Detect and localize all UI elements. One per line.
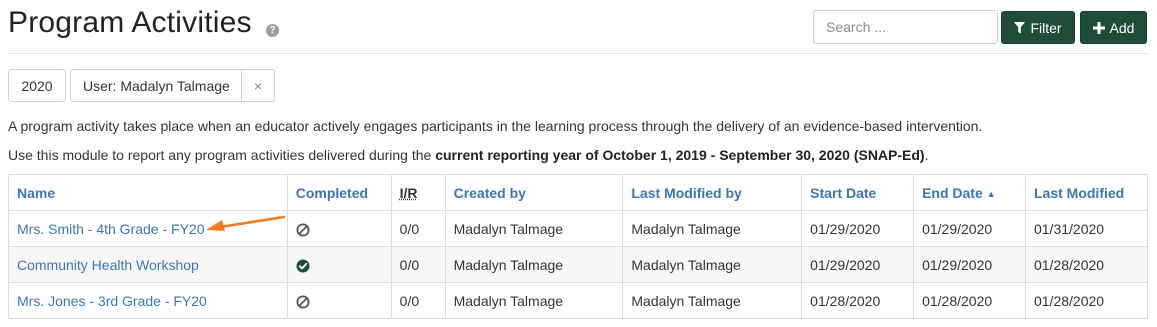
question-circle-icon[interactable]: ? — [266, 24, 279, 37]
table-row: Mrs. Smith - 4th Grade - FY20 0/0 Madaly… — [8, 210, 1149, 247]
ban-icon — [296, 295, 310, 309]
filter-button-label: Filter — [1030, 19, 1062, 36]
cell-name: Community Health Workshop — [8, 246, 288, 283]
table-header-row: Name Completed I/R Created by Last Modif… — [8, 174, 1149, 211]
filter-chip-user[interactable]: User: Madalyn Talmage — [70, 69, 242, 102]
activity-link[interactable]: Mrs. Smith - 4th Grade - FY20 — [17, 221, 205, 237]
column-header-end-date[interactable]: End Date ▲ — [913, 174, 1026, 211]
cell-last-modified: 01/28/2020 — [1024, 246, 1149, 283]
description-text: A program activity takes place when an e… — [8, 118, 983, 134]
reporting-year-text: Use this module to report any program ac… — [8, 147, 929, 163]
page-title: Program Activities — [8, 6, 252, 39]
reporting-year-suffix: . — [924, 147, 929, 163]
column-header-completed[interactable]: Completed — [286, 174, 392, 211]
filter-button[interactable]: Filter — [1001, 11, 1075, 44]
column-header-start-date[interactable]: Start Date — [801, 174, 915, 211]
cell-last-modified-by: Madalyn Talmage — [622, 282, 803, 319]
cell-ir: 0/0 — [390, 282, 446, 319]
cell-last-modified: 01/31/2020 — [1024, 210, 1149, 247]
cell-end-date: 01/28/2020 — [913, 282, 1026, 319]
column-header-created-by[interactable]: Created by — [444, 174, 624, 211]
table-row: Community Health Workshop 0/0 Madalyn Ta… — [8, 246, 1149, 283]
reporting-year-prefix: Use this module to report any program ac… — [8, 147, 436, 163]
header-divider — [8, 53, 1148, 54]
cell-created-by: Madalyn Talmage — [444, 246, 624, 283]
filter-chip-year[interactable]: 2020 — [8, 69, 66, 102]
ban-icon — [296, 223, 310, 237]
cell-name: Mrs. Jones - 3rd Grade - FY20 — [8, 282, 288, 319]
table-row: Mrs. Jones - 3rd Grade - FY20 0/0 Madaly… — [8, 282, 1149, 319]
cell-start-date: 01/29/2020 — [801, 210, 915, 247]
cell-last-modified-by: Madalyn Talmage — [622, 210, 803, 247]
cell-last-modified: 01/28/2020 — [1024, 282, 1149, 319]
remove-filter-button[interactable]: × — [241, 69, 275, 102]
cell-start-date: 01/28/2020 — [801, 282, 915, 319]
cell-start-date: 01/29/2020 — [801, 246, 915, 283]
cell-created-by: Madalyn Talmage — [444, 210, 624, 247]
cell-completed — [286, 210, 392, 247]
cell-ir: 0/0 — [390, 210, 446, 247]
cell-completed — [286, 246, 392, 283]
add-button[interactable]: Add — [1080, 11, 1147, 44]
search-input[interactable] — [813, 10, 998, 44]
column-header-ir[interactable]: I/R — [390, 174, 446, 211]
cell-completed — [286, 282, 392, 319]
plus-icon — [1092, 21, 1105, 34]
activity-link[interactable]: Mrs. Jones - 3rd Grade - FY20 — [17, 293, 207, 309]
cell-created-by: Madalyn Talmage — [444, 282, 624, 319]
column-header-name[interactable]: Name — [8, 174, 288, 211]
cell-end-date: 01/29/2020 — [913, 246, 1026, 283]
check-circle-icon — [296, 259, 310, 273]
add-button-label: Add — [1109, 19, 1135, 36]
column-header-last-modified[interactable]: Last Modified — [1024, 174, 1149, 211]
column-header-last-modified-by[interactable]: Last Modified by — [622, 174, 803, 211]
reporting-year-period: current reporting year of October 1, 201… — [435, 147, 925, 163]
funnel-icon — [1014, 21, 1026, 34]
cell-ir: 0/0 — [390, 246, 446, 283]
activities-table: Name Completed I/R Created by Last Modif… — [8, 174, 1149, 319]
sort-ascending-icon: ▲ — [986, 188, 996, 199]
cell-end-date: 01/29/2020 — [913, 210, 1026, 247]
cell-last-modified-by: Madalyn Talmage — [622, 246, 803, 283]
activity-link[interactable]: Community Health Workshop — [17, 257, 199, 273]
cell-name: Mrs. Smith - 4th Grade - FY20 — [8, 210, 288, 247]
